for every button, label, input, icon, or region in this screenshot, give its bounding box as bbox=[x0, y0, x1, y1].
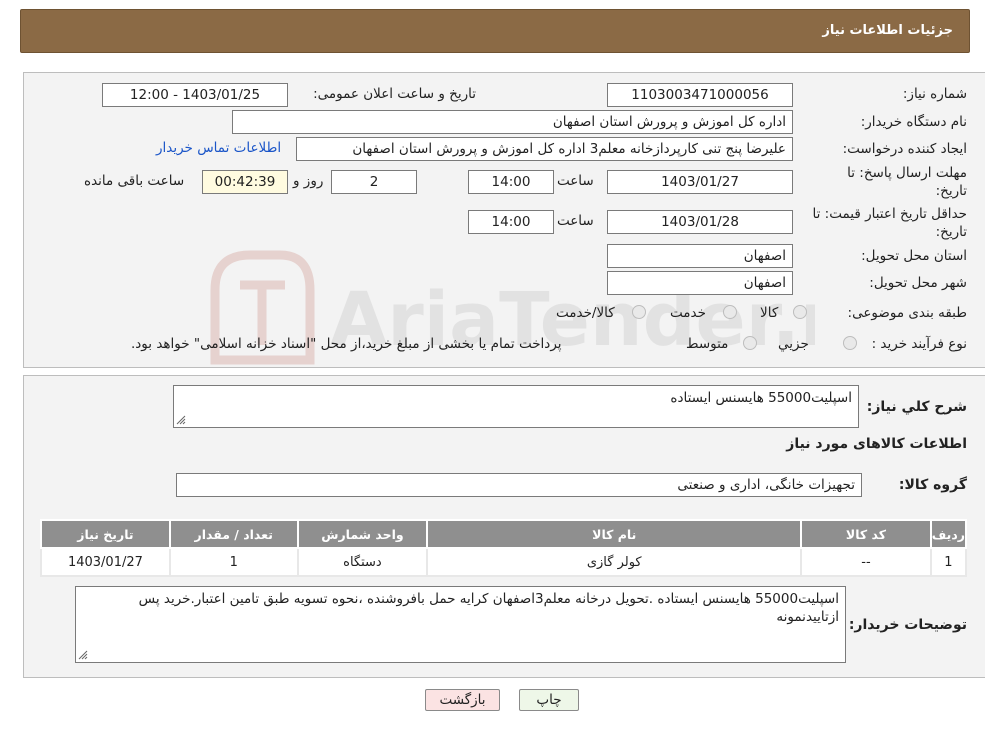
resize-grip-icon[interactable] bbox=[176, 415, 186, 425]
col-quantity: تعداد / مقدار bbox=[168, 519, 299, 549]
category-goods-service-label: کالا/خدمت bbox=[556, 305, 615, 321]
remaining-label: ساعت باقی مانده bbox=[84, 173, 185, 189]
process-label: نوع فرآیند خرید : bbox=[871, 336, 967, 352]
reply-time-field[interactable]: 14:00 bbox=[468, 170, 554, 194]
reply-date-field[interactable]: 1403/01/27 bbox=[607, 170, 793, 194]
process-medium-radio[interactable] bbox=[743, 336, 757, 350]
buyer-org-field[interactable]: اداره کل اموزش و پرورش استان اصفهان bbox=[232, 110, 793, 134]
province-field[interactable]: اصفهان bbox=[607, 244, 793, 268]
header-bar: جزئیات اطلاعات نیاز bbox=[20, 9, 970, 53]
col-unit: واحد شمارش bbox=[296, 519, 429, 549]
goods-group-label: گروه کالا: bbox=[898, 477, 967, 493]
reply-deadline-label: مهلت ارسال پاسخ: تا bbox=[847, 165, 967, 181]
announce-datetime-field[interactable]: 1403/01/25 - 12:00 bbox=[102, 83, 288, 107]
back-button[interactable]: بازگشت bbox=[425, 689, 500, 711]
col-need-date: تاریخ نیاز bbox=[40, 519, 171, 549]
print-button[interactable]: چاپ bbox=[519, 689, 579, 711]
cell-unit: دستگاه bbox=[296, 547, 429, 577]
reply-time-label: ساعت bbox=[557, 173, 594, 189]
category-goods-radio[interactable] bbox=[793, 305, 807, 319]
resize-grip-icon[interactable] bbox=[78, 650, 88, 660]
category-service-radio[interactable] bbox=[723, 305, 737, 319]
price-time-field[interactable]: 14:00 bbox=[468, 210, 554, 234]
need-number-label: شماره نیاز: bbox=[902, 86, 967, 102]
province-label: استان محل تحویل: bbox=[861, 248, 967, 264]
buyer-notes-field[interactable]: اسپلیت55000 هایسنس ایستاده .تحویل درخانه… bbox=[75, 586, 846, 663]
creator-label: ایجاد کننده درخواست: bbox=[842, 141, 967, 157]
buyer-notes-text: اسپلیت55000 هایسنس ایستاده .تحویل درخانه… bbox=[138, 591, 839, 625]
buyer-org-label: نام دستگاه خریدار: bbox=[860, 114, 967, 130]
cell-item-code: -- bbox=[800, 547, 932, 577]
creator-field[interactable]: علیرضا پنج تنی کارپردازخانه معلم3 اداره … bbox=[296, 137, 793, 161]
process-small-radio[interactable] bbox=[843, 336, 857, 350]
remaining-time-field[interactable]: 00:42:39 bbox=[202, 170, 288, 194]
reply-deadline-label-2: تاریخ: bbox=[935, 183, 967, 199]
buyer-contact-link[interactable]: اطلاعات تماس خریدار bbox=[156, 140, 281, 156]
need-number-field[interactable]: 1103003471000056 bbox=[607, 83, 793, 107]
buyer-notes-label: توضیحات خریدار: bbox=[848, 617, 967, 633]
price-validity-label: حداقل تاریخ اعتبار قیمت: تا bbox=[812, 206, 967, 222]
category-service-label: خدمت bbox=[670, 305, 706, 321]
table-row[interactable]: 1 -- کولر گازی دستگاه 1 1403/01/27 bbox=[40, 547, 968, 577]
table-header-row: ردیف کد کالا نام کالا واحد شمارش تعداد /… bbox=[40, 519, 968, 549]
category-goods-service-radio[interactable] bbox=[632, 305, 646, 319]
summary-label: شرح کلي نياز: bbox=[866, 399, 967, 415]
col-row-number: ردیف bbox=[929, 519, 968, 549]
process-note: پرداخت تمام یا بخشی از مبلغ خرید،از محل … bbox=[131, 336, 562, 352]
col-item-code: کد کالا bbox=[800, 519, 932, 549]
price-time-label: ساعت bbox=[557, 213, 594, 229]
price-date-field[interactable]: 1403/01/28 bbox=[607, 210, 793, 234]
cell-need-date: 1403/01/27 bbox=[40, 547, 171, 577]
col-item-name: نام کالا bbox=[426, 519, 803, 549]
goods-table: ردیف کد کالا نام کالا واحد شمارش تعداد /… bbox=[40, 519, 968, 577]
city-label: شهر محل تحویل: bbox=[869, 275, 967, 291]
city-field[interactable]: اصفهان bbox=[607, 271, 793, 295]
summary-text: اسپلیت55000 هایسنس ایستاده bbox=[670, 390, 852, 406]
cell-row-number: 1 bbox=[929, 547, 968, 577]
cell-item-name: کولر گازی bbox=[426, 547, 803, 577]
process-small-label: جزیي bbox=[778, 336, 809, 352]
category-goods-label: کالا bbox=[760, 305, 779, 321]
price-validity-label-2: تاریخ: bbox=[935, 224, 967, 240]
category-label: طبقه بندی موضوعی: bbox=[847, 305, 967, 321]
process-medium-label: متوسط bbox=[686, 336, 729, 352]
days-field[interactable]: 2 bbox=[331, 170, 417, 194]
cell-quantity: 1 bbox=[168, 547, 299, 577]
page-title: جزئیات اطلاعات نیاز bbox=[822, 23, 953, 38]
goods-info-title: اطلاعات کالاهای مورد نياز bbox=[786, 436, 967, 452]
days-label: روز و bbox=[293, 173, 324, 189]
summary-field[interactable]: اسپلیت55000 هایسنس ایستاده bbox=[173, 385, 859, 428]
announce-label: تاریخ و ساعت اعلان عمومی: bbox=[313, 86, 476, 102]
goods-group-field[interactable]: تجهیزات خانگی، اداری و صنعتی bbox=[176, 473, 862, 497]
